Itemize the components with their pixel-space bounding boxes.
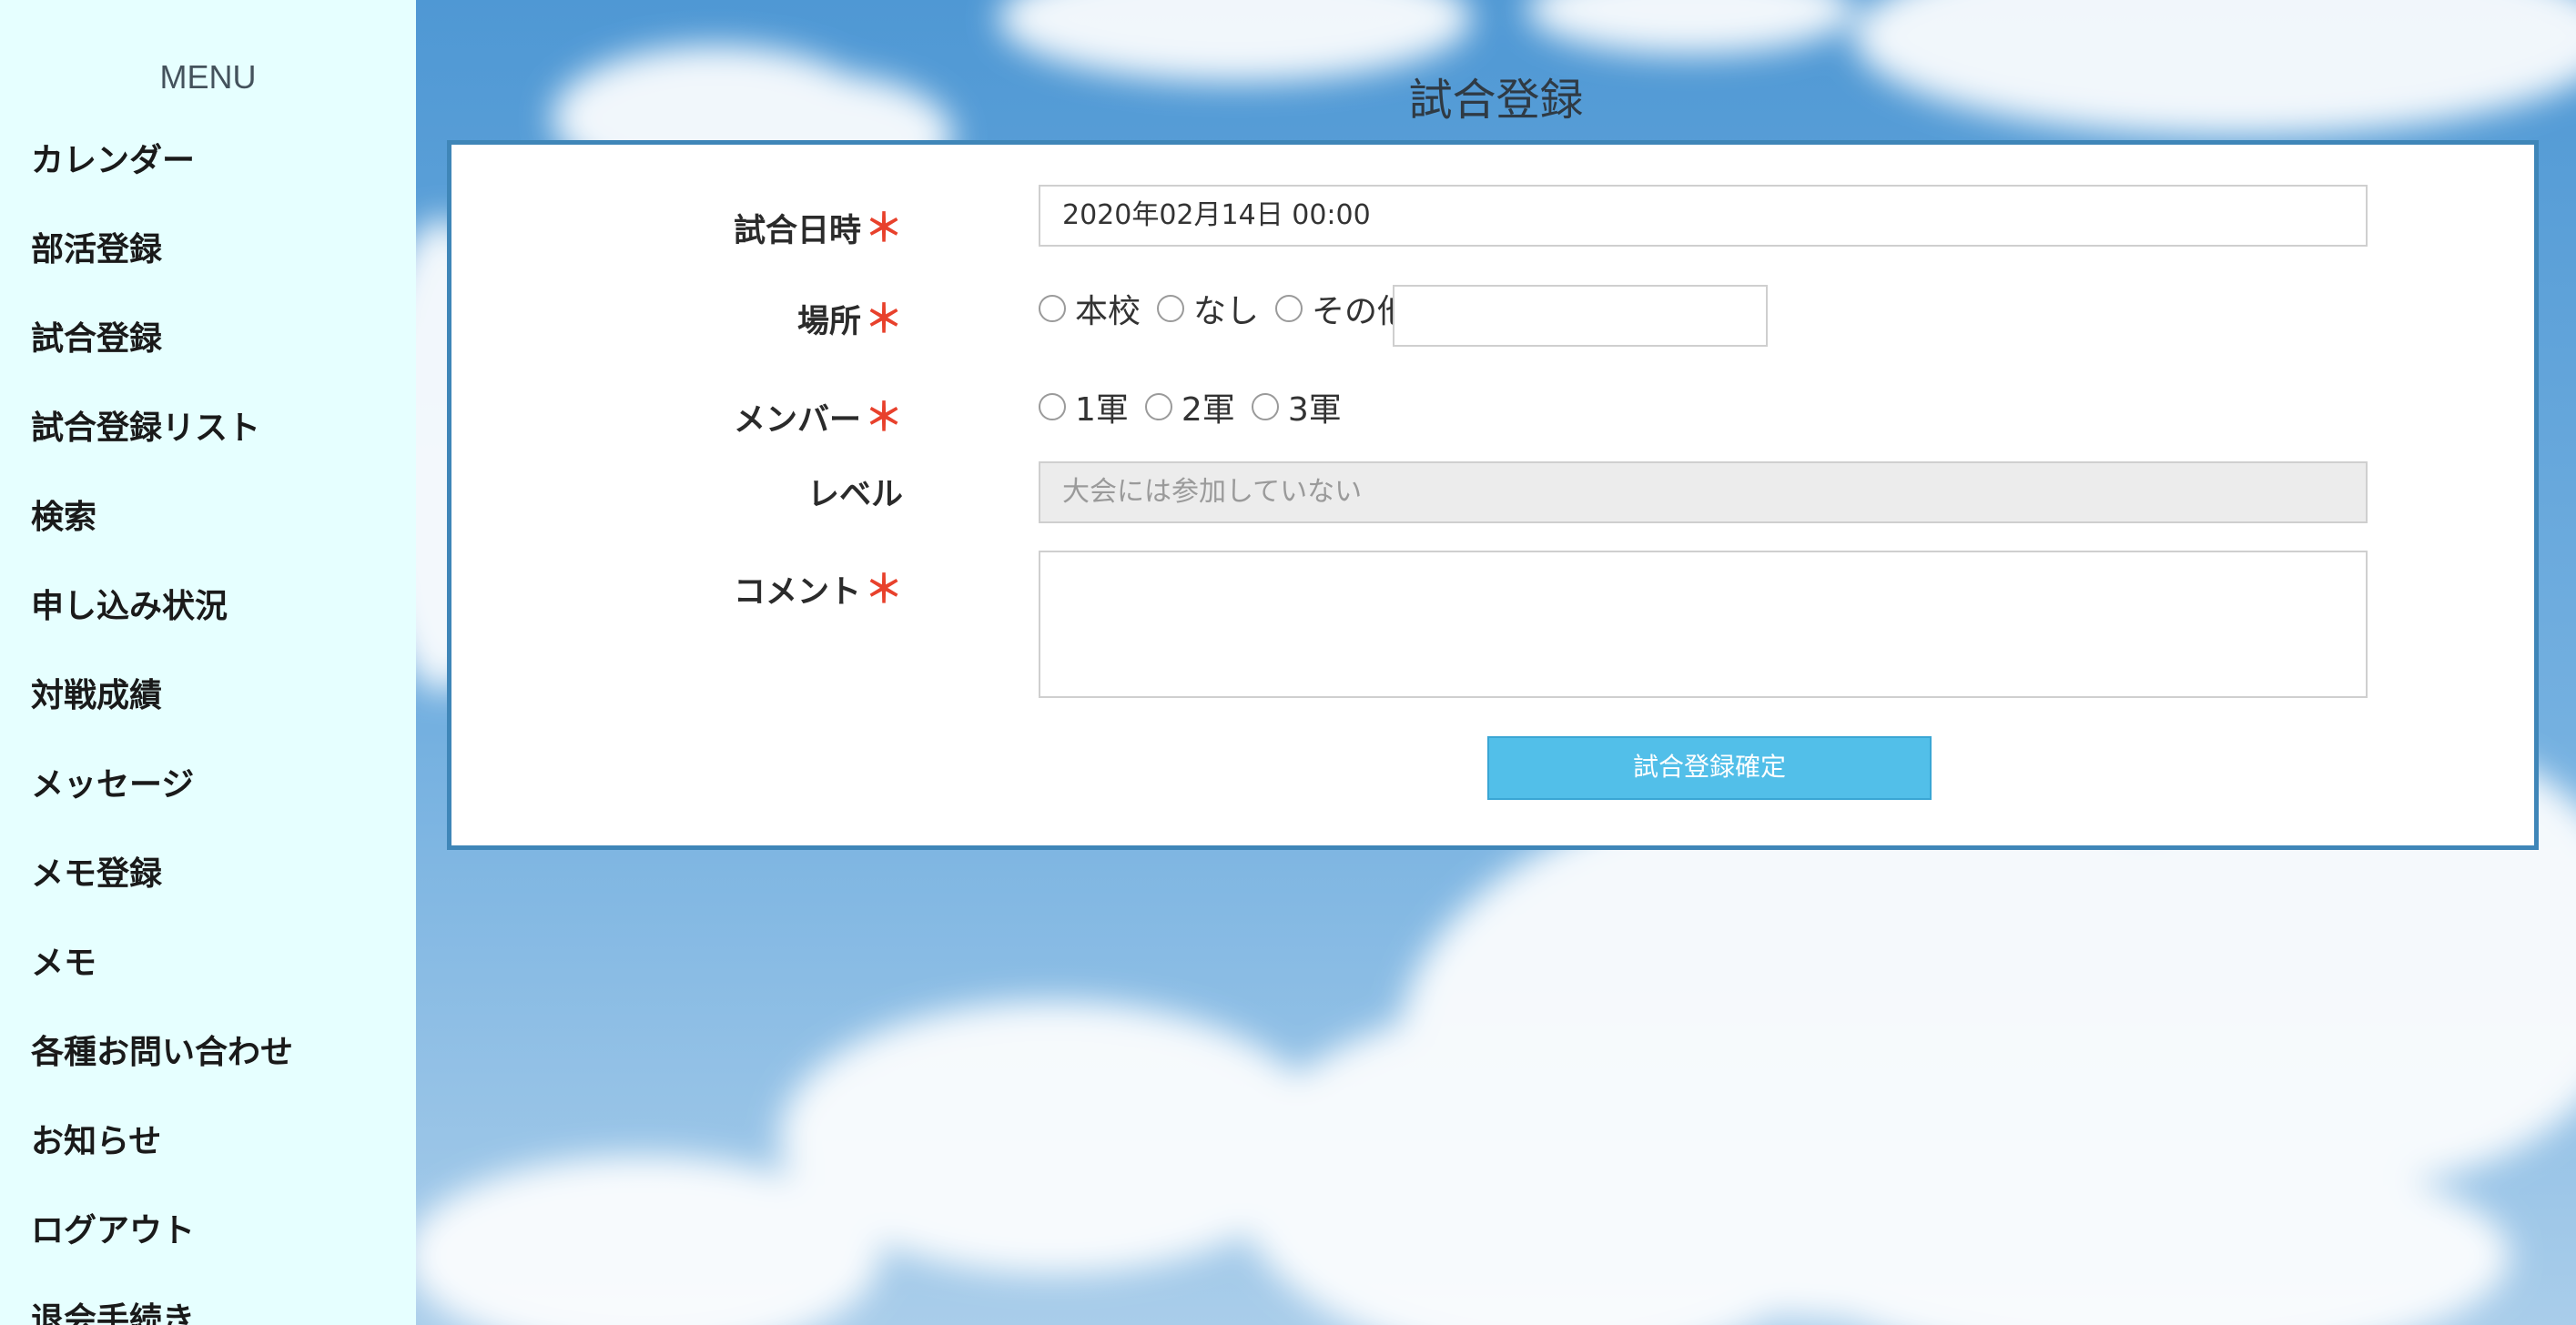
sidebar-item-match-register[interactable]: 試合登録 bbox=[31, 315, 293, 404]
member-option-label: 3軍 bbox=[1287, 391, 1342, 429]
place-label: 場所＊ bbox=[797, 288, 903, 344]
sidebar-item-search[interactable]: 検索 bbox=[31, 493, 293, 582]
radio-circle-icon bbox=[1144, 393, 1172, 420]
radio-circle-icon bbox=[1251, 393, 1279, 420]
sidebar-item-memo-register[interactable]: メモ登録 bbox=[31, 850, 293, 939]
required-mark: ＊ bbox=[864, 395, 903, 440]
place-option-home[interactable]: 本校 bbox=[1039, 285, 1141, 332]
member-option-label: 1軍 bbox=[1075, 391, 1129, 429]
datetime-input[interactable]: 2020年02月14日 00:00 bbox=[1039, 185, 2368, 247]
place-option-none[interactable]: なし bbox=[1157, 285, 1259, 332]
sidebar-item-notice[interactable]: お知らせ bbox=[31, 1118, 293, 1207]
datetime-label: 試合日時＊ bbox=[734, 197, 903, 253]
required-mark: ＊ bbox=[864, 567, 903, 612]
level-label-text: レベル bbox=[806, 477, 903, 513]
sidebar: MENU カレンダー 部活登録 試合登録 試合登録リスト 検索 申し込み状況 対… bbox=[0, 0, 416, 1325]
sidebar-item-withdraw[interactable]: 退会手続き bbox=[31, 1296, 293, 1325]
place-radio-group: 本校 なし その他 bbox=[1039, 285, 1426, 332]
required-mark: ＊ bbox=[864, 206, 903, 250]
page-title: 試合登録 bbox=[1408, 75, 1584, 126]
comment-textarea[interactable] bbox=[1039, 551, 2368, 698]
member-label-text: メンバー bbox=[733, 402, 861, 439]
datetime-label-text: 試合日時 bbox=[733, 213, 861, 249]
level-select[interactable]: 大会には参加していない bbox=[1039, 461, 2368, 523]
menu-title: MENU bbox=[159, 58, 257, 96]
sidebar-item-match-list[interactable]: 試合登録リスト bbox=[31, 404, 293, 493]
required-mark: ＊ bbox=[864, 297, 903, 341]
sidebar-item-club-register[interactable]: 部活登録 bbox=[31, 226, 293, 315]
main-area: 試合登録 試合日時＊ 2020年02月14日 00:00 場所＊ 本校 なし そ… bbox=[416, 0, 2576, 1325]
sidebar-item-memo[interactable]: メモ bbox=[31, 939, 293, 1028]
comment-label-text: コメント bbox=[733, 574, 861, 611]
radio-circle-icon bbox=[1039, 295, 1066, 322]
place-other-input[interactable] bbox=[1393, 285, 1768, 347]
place-label-text: 場所 bbox=[796, 304, 861, 340]
radio-circle-icon bbox=[1039, 393, 1066, 420]
place-option-other[interactable]: その他 bbox=[1275, 285, 1410, 332]
place-option-label: 本校 bbox=[1075, 293, 1141, 330]
comment-label: コメント＊ bbox=[734, 559, 903, 614]
member-option-3[interactable]: 3軍 bbox=[1251, 383, 1342, 430]
place-option-label: なし bbox=[1193, 293, 1260, 330]
sidebar-item-match-record[interactable]: 対戦成績 bbox=[31, 672, 293, 761]
member-option-label: 2軍 bbox=[1181, 391, 1235, 429]
radio-circle-icon bbox=[1157, 295, 1185, 322]
radio-circle-icon bbox=[1275, 295, 1303, 322]
level-label: レベル bbox=[807, 469, 903, 515]
sidebar-item-logout[interactable]: ログアウト bbox=[31, 1207, 293, 1296]
member-label: メンバー＊ bbox=[734, 387, 903, 442]
menu-list: カレンダー 部活登録 試合登録 試合登録リスト 検索 申し込み状況 対戦成績 メ… bbox=[31, 137, 293, 1325]
member-option-2[interactable]: 2軍 bbox=[1144, 383, 1235, 430]
submit-button[interactable]: 試合登録確定 bbox=[1487, 736, 1932, 800]
member-option-1[interactable]: 1軍 bbox=[1039, 383, 1129, 430]
sidebar-item-application-status[interactable]: 申し込み状況 bbox=[31, 582, 293, 672]
sidebar-item-calendar[interactable]: カレンダー bbox=[31, 137, 293, 226]
sidebar-item-inquiry[interactable]: 各種お問い合わせ bbox=[31, 1028, 293, 1118]
member-radio-group: 1軍 2軍 3軍 bbox=[1039, 383, 1358, 430]
match-register-form: 試合日時＊ 2020年02月14日 00:00 場所＊ 本校 なし その他 メン… bbox=[447, 140, 2539, 850]
sidebar-item-message[interactable]: メッセージ bbox=[31, 761, 293, 850]
